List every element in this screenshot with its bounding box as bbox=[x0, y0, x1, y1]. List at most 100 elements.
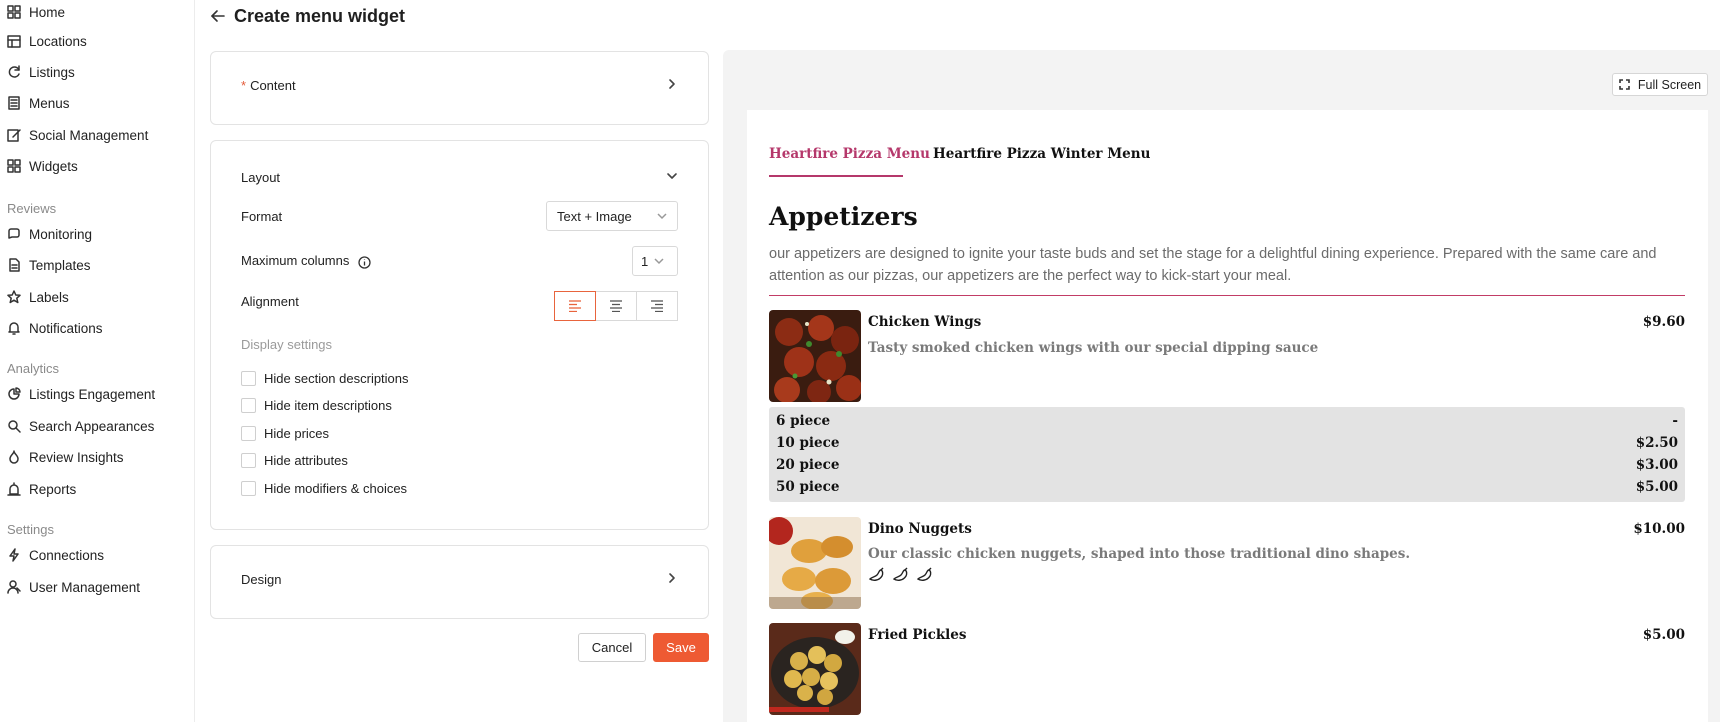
chevron-right-icon[interactable] bbox=[666, 78, 678, 93]
sidebar-item-label: Locations bbox=[29, 33, 87, 49]
engagement-icon bbox=[8, 387, 21, 400]
locations-icon bbox=[7, 35, 21, 48]
sidebar-item-connections[interactable]: Connections bbox=[0, 541, 104, 569]
checkbox-label: Hide item descriptions bbox=[264, 398, 392, 413]
sidebar-item-label: Monitoring bbox=[29, 226, 93, 242]
modifier-row: 50 piece $5.00 bbox=[776, 476, 1678, 498]
save-button[interactable]: Save bbox=[653, 633, 709, 662]
alignment-label: Alignment bbox=[241, 294, 299, 309]
chevron-down-icon bbox=[654, 258, 664, 265]
hide-prices-checkbox[interactable]: Hide prices bbox=[241, 426, 329, 441]
section-description: our appetizers are designed to ignite yo… bbox=[769, 246, 1657, 284]
alignment-group bbox=[554, 291, 678, 321]
chicken-wings-image bbox=[769, 310, 861, 402]
sidebar-item-search-appearances[interactable]: Search Appearances bbox=[0, 412, 154, 440]
item-name: Fried Pickles bbox=[868, 627, 967, 643]
section-divider bbox=[769, 295, 1685, 296]
cancel-button[interactable]: Cancel bbox=[578, 633, 646, 662]
align-right-icon bbox=[651, 300, 663, 312]
max-columns-select[interactable]: 1 bbox=[632, 246, 678, 276]
expand-icon bbox=[1619, 79, 1630, 90]
modifier-name: 6 piece bbox=[776, 413, 831, 429]
item-price: $9.60 bbox=[1642, 314, 1685, 330]
hide-attributes-checkbox[interactable]: Hide attributes bbox=[241, 453, 348, 468]
display-settings-label: Display settings bbox=[241, 337, 333, 352]
max-columns-label-wrap: Maximum columns bbox=[241, 253, 371, 268]
modifier-price: $3.00 bbox=[1635, 457, 1678, 473]
modifier-row: 10 piece $2.50 bbox=[776, 432, 1678, 454]
hide-section-descriptions-checkbox[interactable]: Hide section descriptions bbox=[241, 371, 409, 386]
content-label: Content bbox=[250, 78, 296, 93]
sidebar-item-widgets[interactable]: Widgets bbox=[0, 152, 78, 180]
align-center-button[interactable] bbox=[595, 291, 637, 321]
sidebar-section-analytics: Analytics bbox=[7, 361, 60, 376]
chevron-right-icon[interactable] bbox=[666, 572, 678, 587]
attributes-row bbox=[868, 567, 940, 583]
item-name: Dino Nuggets bbox=[868, 521, 972, 537]
pepper-icon bbox=[916, 567, 932, 581]
sidebar-item-templates[interactable]: Templates bbox=[0, 251, 91, 279]
listings-icon bbox=[8, 65, 20, 78]
sidebar-section-reviews: Reviews bbox=[7, 201, 57, 216]
menu-tab-0[interactable]: Heartfire Pizza Menu bbox=[769, 146, 930, 162]
sidebar-item-label: Reports bbox=[29, 481, 77, 497]
sidebar-item-locations[interactable]: Locations bbox=[0, 27, 87, 55]
modifier-row: 6 piece - bbox=[776, 410, 1678, 432]
modifier-price: $5.00 bbox=[1635, 479, 1678, 495]
sidebar-item-label: Notifications bbox=[29, 320, 103, 336]
modifiers-box: 6 piece - 10 piece $2.50 20 piece $3.00 … bbox=[769, 407, 1685, 502]
sidebar-section-settings: Settings bbox=[7, 522, 54, 537]
max-columns-value: 1 bbox=[641, 253, 649, 269]
pepper-icon bbox=[868, 567, 884, 581]
back-arrow-icon[interactable] bbox=[210, 8, 226, 24]
fullscreen-button[interactable]: Full Screen bbox=[1612, 73, 1708, 96]
sidebar-item-user-management[interactable]: User Management bbox=[0, 573, 140, 601]
content-panel-header[interactable]: * Content bbox=[241, 78, 678, 93]
sidebar-item-review-insights[interactable]: Review Insights bbox=[0, 443, 124, 471]
menu-tab-1[interactable]: Heartfire Pizza Winter Menu bbox=[933, 146, 1150, 162]
sidebar-item-label: Listings bbox=[29, 64, 75, 80]
reports-icon bbox=[7, 482, 21, 496]
sidebar-item-label: Search Appearances bbox=[29, 418, 155, 434]
chevron-down-icon bbox=[657, 213, 667, 220]
info-icon[interactable] bbox=[358, 255, 371, 269]
checkbox-box[interactable] bbox=[241, 398, 256, 413]
sidebar-item-notifications[interactable]: Notifications bbox=[0, 314, 103, 342]
max-columns-label: Maximum columns bbox=[241, 253, 350, 269]
sidebar-item-labels[interactable]: Labels bbox=[0, 283, 69, 311]
widgets-icon bbox=[7, 159, 21, 173]
align-left-button[interactable] bbox=[554, 291, 596, 321]
menus-icon bbox=[8, 96, 20, 110]
lightning-icon bbox=[9, 548, 19, 562]
sidebar-item-label: Menus bbox=[29, 95, 70, 111]
format-select[interactable]: Text + Image bbox=[546, 201, 678, 231]
modifier-price: $2.50 bbox=[1635, 435, 1678, 451]
page-header: Create menu widget bbox=[210, 2, 405, 30]
layout-title: Layout bbox=[241, 170, 281, 185]
sidebar-item-home[interactable]: Home bbox=[0, 0, 65, 26]
sidebar-item-menus[interactable]: Menus bbox=[0, 89, 70, 117]
sidebar-item-social-management[interactable]: Social Management bbox=[0, 121, 148, 149]
sidebar-item-monitoring[interactable]: Monitoring bbox=[0, 220, 92, 248]
content-panel[interactable]: * Content bbox=[210, 51, 709, 125]
fullscreen-label: Full Screen bbox=[1637, 77, 1702, 92]
checkbox-box[interactable] bbox=[241, 426, 256, 441]
chevron-down-icon[interactable] bbox=[666, 170, 678, 185]
checkbox-box[interactable] bbox=[241, 371, 256, 386]
section-title: Appetizers bbox=[769, 202, 918, 231]
social-icon bbox=[7, 129, 21, 142]
design-panel-header[interactable]: Design bbox=[241, 572, 678, 587]
sidebar-item-reports[interactable]: Reports bbox=[0, 475, 76, 503]
modifier-name: 20 piece bbox=[776, 457, 840, 473]
checkbox-box[interactable] bbox=[241, 453, 256, 468]
layout-panel-header[interactable]: Layout bbox=[241, 170, 678, 185]
item-price: $10.00 bbox=[1633, 521, 1685, 537]
checkbox-box[interactable] bbox=[241, 481, 256, 496]
design-panel[interactable]: Design bbox=[210, 545, 709, 619]
hide-item-descriptions-checkbox[interactable]: Hide item descriptions bbox=[241, 398, 392, 413]
sidebar-item-listings-engagement[interactable]: Listings Engagement bbox=[0, 380, 155, 408]
sidebar-item-listings[interactable]: Listings bbox=[0, 58, 75, 86]
align-right-button[interactable] bbox=[636, 291, 678, 321]
checkbox-label: Hide prices bbox=[264, 426, 330, 441]
hide-modifiers-checkbox[interactable]: Hide modifiers & choices bbox=[241, 481, 407, 496]
